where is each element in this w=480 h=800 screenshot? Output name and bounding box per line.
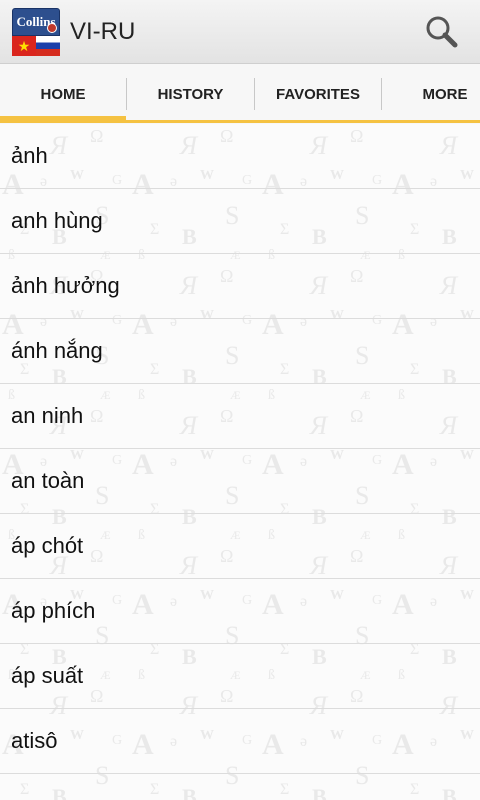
list-item[interactable]: áp chót <box>0 514 480 579</box>
tab-active-indicator <box>0 116 126 123</box>
list-item[interactable]: anh hùng <box>0 189 480 254</box>
list-item[interactable]: ảnh <box>0 124 480 189</box>
tab-more[interactable]: MORE <box>382 64 480 124</box>
list-item[interactable]: atisô <box>0 709 480 774</box>
list-item[interactable]: ánh nắng <box>0 319 480 384</box>
list-item[interactable]: ảnh hưởng <box>0 254 480 319</box>
search-icon <box>426 16 458 48</box>
logo-badge-icon <box>47 23 57 33</box>
tab-favorites[interactable]: FAVORITES <box>255 64 381 124</box>
word-list[interactable]: A Я Ω ə W S Σ B Æ ß G ảnhanh hùngảnh hư <box>0 124 480 800</box>
tab-home[interactable]: HOME <box>0 64 126 124</box>
list-item[interactable]: áp phích <box>0 579 480 644</box>
list-item[interactable]: áp suất <box>0 644 480 709</box>
collins-app-icon[interactable]: Collins ★ <box>12 8 60 56</box>
tab-history[interactable]: HISTORY <box>127 64 254 124</box>
list-item[interactable]: an ninh <box>0 384 480 449</box>
vietnam-flag-icon: ★ <box>12 36 36 56</box>
action-bar: Collins ★ VI-RU <box>0 0 480 64</box>
russia-flag-icon <box>36 36 60 56</box>
list-item[interactable]: an toàn <box>0 449 480 514</box>
app-title: VI-RU <box>70 18 136 45</box>
search-button[interactable] <box>420 10 464 54</box>
app-screen: Collins ★ VI-RU HOME HISTORY FAVORITES M… <box>0 0 480 800</box>
tab-bar: HOME HISTORY FAVORITES MORE <box>0 64 480 124</box>
